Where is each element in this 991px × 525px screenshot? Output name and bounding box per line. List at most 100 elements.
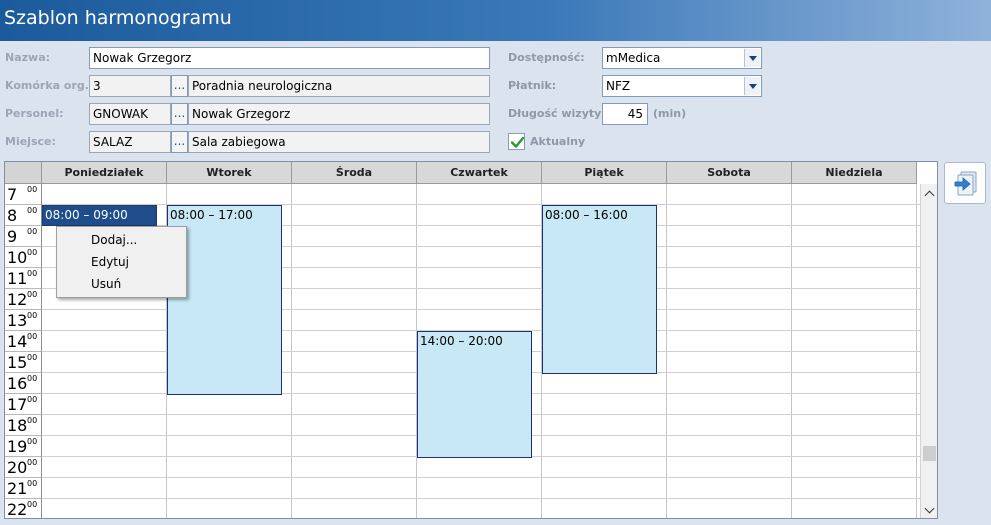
dlugosc-input[interactable]: 45 [602,103,648,125]
hour-number: 17 [7,395,28,414]
hour-label: 10 00 [5,247,42,268]
hour-label: 17 00 [5,394,42,415]
hour-label: 15 00 [5,352,42,373]
export-arrow-icon [954,171,977,196]
miejsce-code-field[interactable]: SALAZ [89,131,171,153]
personel-code-field[interactable]: GNOWAK [89,103,171,125]
hour-number: 12 [7,290,28,309]
hour-minutes: 00 [27,395,38,404]
context-menu-item[interactable]: Usuń [57,273,186,295]
dostepnosc-select[interactable]: mMedica [602,47,762,69]
platnik-value: NFZ [606,79,631,93]
schedule-grid[interactable]: Poniedziałek Wtorek Środa Czwartek Piątek Sob… [4,161,938,519]
hour-number: 10 [7,248,28,267]
hour-minutes: 00 [27,416,38,425]
hour-label: 9 00 [5,226,42,247]
hour-minutes: 00 [27,458,38,467]
komorka-label: Komórka org.: [5,79,94,92]
grid-corner [5,162,42,184]
hour-label: 21 00 [5,478,42,499]
hour-number: 7 [7,185,18,204]
hour-label: 7 00 [5,184,42,205]
scroll-up-icon[interactable] [921,184,937,202]
hour-number: 11 [7,269,28,288]
hour-minutes: 00 [27,500,38,509]
hour-label: 12 00 [5,289,42,310]
hour-label: 18 00 [5,415,42,436]
personel-name-field: Nowak Grzegorz [188,103,490,125]
hour-label: 8 00 [5,205,42,226]
schedule-slot[interactable]: 08:00 – 16:00 [542,205,657,374]
day-header: Środa [292,162,417,184]
hour-number: 21 [7,479,28,498]
export-button[interactable] [944,162,986,204]
hour-minutes: 00 [27,248,38,257]
scrollbar-thumb[interactable] [923,446,936,461]
scroll-down-icon[interactable] [921,502,937,518]
hour-minutes: 00 [27,290,38,299]
window-title: Szablon harmonogramu [4,7,232,29]
hour-label: 20 00 [5,457,42,478]
hour-minutes: 00 [27,353,38,362]
schedule-slot[interactable]: 14:00 – 20:00 [417,331,532,458]
hour-number: 15 [7,353,28,372]
chevron-down-icon[interactable] [744,77,760,95]
day-header: Poniedziałek [42,162,167,184]
hour-label: 19 00 [5,436,42,457]
hour-number: 16 [7,374,28,393]
schedule-slot[interactable]: 08:00 – 09:00 [42,205,157,226]
day-header: Czwartek [417,162,542,184]
day-header: Niedziela [792,162,917,184]
nazwa-input[interactable]: Nowak Grzegorz [89,47,490,69]
hour-minutes: 00 [27,227,38,236]
aktualny-label: Aktualny [530,135,586,148]
komorka-code-field[interactable]: 3 [89,75,171,97]
hour-number: 13 [7,311,28,330]
hour-number: 18 [7,416,28,435]
komorka-name-field: Poradnia neurologiczna [188,75,490,97]
hour-number: 22 [7,500,28,519]
hour-minutes: 00 [27,269,38,278]
hour-minutes: 00 [27,437,38,446]
dostepnosc-label: Dostępność: [508,51,585,64]
day-header: Sobota [667,162,792,184]
hour-minutes: 00 [27,479,38,488]
platnik-label: Płatnik: [508,79,557,92]
hour-minutes: 00 [27,332,38,341]
hour-number: 20 [7,458,28,477]
hour-number: 9 [7,227,18,246]
checkmark-icon [510,136,525,148]
grid-row-line [42,477,922,478]
hour-minutes: 00 [27,374,38,383]
dlugosc-unit: (min) [653,107,687,120]
hour-minutes: 00 [27,206,38,215]
context-menu-item[interactable]: Dodaj... [57,229,186,251]
hour-label: 11 00 [5,268,42,289]
platnik-select[interactable]: NFZ [602,75,762,97]
nazwa-label: Nazwa: [5,51,51,64]
personel-label: Personel: [5,107,64,120]
komorka-picker-button[interactable]: ... [171,75,188,97]
hour-number: 8 [7,206,18,225]
personel-picker-button[interactable]: ... [171,103,188,125]
chevron-down-icon[interactable] [744,49,760,67]
grid-row-line [42,498,922,499]
context-menu-item[interactable]: Edytuj [57,251,186,273]
hour-label: 14 00 [5,331,42,352]
day-header: Wtorek [167,162,292,184]
miejsce-name-field: Sala zabiegowa [188,131,490,153]
aktualny-checkbox[interactable] [508,133,525,150]
context-menu: Dodaj... Edytuj Usuń [56,226,187,298]
dlugosc-label: Długość wizyty: [508,107,606,120]
vertical-scrollbar[interactable] [920,184,937,518]
day-header: Piątek [542,162,667,184]
miejsce-picker-button[interactable]: ... [171,131,188,153]
hour-label: 16 00 [5,373,42,394]
dostepnosc-value: mMedica [606,51,661,65]
miejsce-label: Miejsce: [5,135,56,148]
hour-minutes: 00 [27,311,38,320]
hour-label: 13 00 [5,310,42,331]
hour-minutes: 00 [27,185,38,194]
hour-number: 14 [7,332,28,351]
window-title-bar: Szablon harmonogramu [0,0,991,41]
